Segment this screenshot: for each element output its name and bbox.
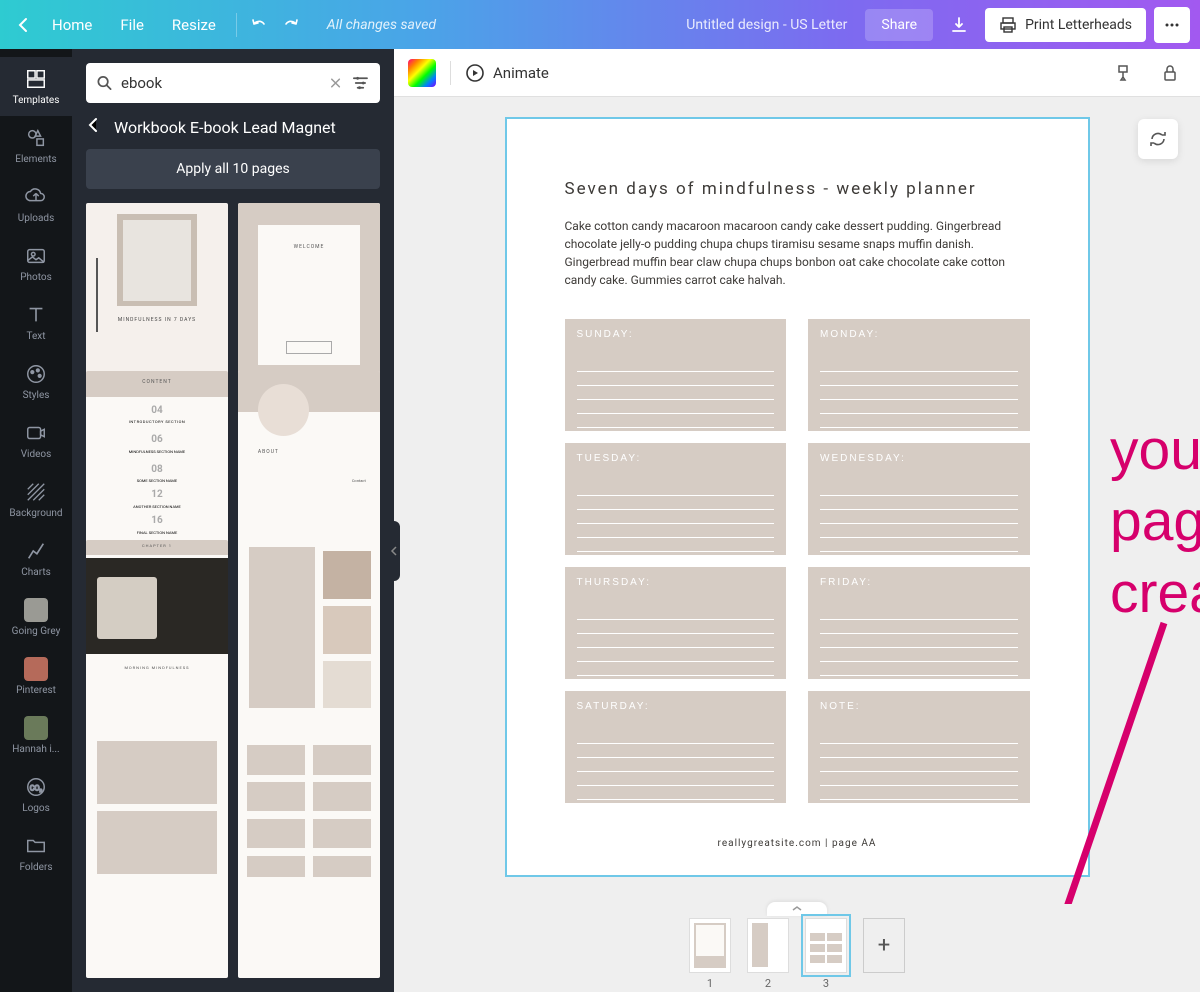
rail-hannah[interactable]: Hannah i...	[0, 706, 72, 765]
canvas-page[interactable]: Seven days of mindfulness - weekly plann…	[505, 117, 1090, 877]
expand-tab-icon[interactable]	[767, 902, 827, 916]
template-grid: MINDFULNESS IN 7 DAYS WELCOME CONTENT 04…	[72, 203, 394, 992]
template-thumb[interactable]	[86, 708, 228, 892]
template-thumb[interactable]	[238, 708, 380, 892]
redo-icon[interactable]	[275, 16, 307, 34]
rail-text[interactable]: Text	[0, 293, 72, 352]
rail-charts[interactable]: Charts	[0, 529, 72, 588]
template-thumb[interactable]: CHAPTER 1 MORNING MINDFULNESS	[86, 540, 228, 724]
rail-pinterest[interactable]: Pinterest	[0, 647, 72, 706]
day-box[interactable]: MONDAY:	[808, 319, 1030, 431]
templates-panel: Workbook E-book Lead Magnet Apply all 10…	[72, 49, 394, 992]
home-menu[interactable]: Home	[38, 16, 106, 34]
rail-going-grey[interactable]: Going Grey	[0, 588, 72, 647]
search-input[interactable]	[121, 74, 320, 92]
template-thumb[interactable]: MINDFULNESS IN 7 DAYS	[86, 203, 228, 387]
resize-menu[interactable]: Resize	[158, 16, 230, 34]
share-button[interactable]: Share	[865, 9, 933, 41]
refresh-icon[interactable]	[1138, 119, 1178, 159]
strip-page-1[interactable]: 1	[689, 918, 731, 973]
canvas-viewport[interactable]: Seven days of mindfulness - weekly plann…	[394, 97, 1200, 904]
rail-videos[interactable]: Videos	[0, 411, 72, 470]
page-body[interactable]: Cake cotton candy macaroon macaroon cand…	[565, 217, 1030, 289]
divider	[236, 13, 237, 37]
rail-logos[interactable]: CO₂Logos	[0, 765, 72, 824]
rail-background[interactable]: Background	[0, 470, 72, 529]
template-thumb[interactable]: WELCOME	[238, 203, 380, 387]
day-box[interactable]: TUESDAY:	[565, 443, 787, 555]
canvas-toolbar: Animate	[394, 49, 1200, 97]
day-box[interactable]: SATURDAY:	[565, 691, 787, 803]
strip-page-3[interactable]: 3	[805, 918, 847, 973]
template-thumb[interactable]: CONTENT 04 INTRODUCTORY SECTION 06 MINDF…	[86, 371, 228, 555]
rail-uploads[interactable]: Uploads	[0, 175, 72, 234]
clear-icon[interactable]	[328, 75, 343, 91]
color-picker[interactable]	[408, 59, 436, 87]
tool-rail: Templates Elements Uploads Photos Text S…	[0, 49, 72, 992]
rail-folders[interactable]: Folders	[0, 824, 72, 883]
rail-elements[interactable]: Elements	[0, 116, 72, 175]
lock-icon[interactable]	[1154, 57, 1186, 89]
breadcrumb: Workbook E-book Lead Magnet	[114, 118, 336, 137]
day-box[interactable]: SUNDAY:	[565, 319, 787, 431]
breadcrumb-back-icon[interactable]	[86, 117, 102, 137]
back-icon[interactable]	[10, 17, 38, 33]
annotation-text: you can add pages as you create ebook	[1110, 415, 1200, 629]
page-strip: 1 2 3 +	[394, 904, 1200, 992]
page-title[interactable]: Seven days of mindfulness - weekly plann…	[565, 179, 1030, 199]
filter-icon[interactable]	[351, 73, 370, 93]
print-button[interactable]: Print Letterheads	[985, 8, 1146, 42]
save-status: All changes saved	[327, 17, 436, 33]
paint-icon[interactable]	[1108, 57, 1140, 89]
undo-icon[interactable]	[243, 16, 275, 34]
template-thumb[interactable]	[238, 877, 380, 978]
template-thumb[interactable]	[86, 877, 228, 978]
apply-all-button[interactable]: Apply all 10 pages	[86, 149, 380, 189]
template-thumb[interactable]: ABOUT Contact	[238, 371, 380, 555]
search-box	[86, 63, 380, 103]
day-box[interactable]: NOTE:	[808, 691, 1030, 803]
page-footer[interactable]: reallygreatsite.com | page AA	[507, 838, 1088, 849]
search-icon	[96, 74, 113, 92]
strip-page-2[interactable]: 2	[747, 918, 789, 973]
more-icon[interactable]	[1154, 7, 1190, 43]
document-title[interactable]: Untitled design - US Letter	[686, 17, 847, 33]
add-page-button[interactable]: +	[863, 918, 905, 973]
svg-text:CO₂: CO₂	[30, 784, 43, 793]
rail-photos[interactable]: Photos	[0, 234, 72, 293]
rail-templates[interactable]: Templates	[0, 57, 72, 116]
rail-styles[interactable]: Styles	[0, 352, 72, 411]
template-thumb[interactable]	[238, 540, 380, 724]
print-label: Print Letterheads	[1025, 17, 1132, 33]
download-icon[interactable]	[941, 7, 977, 43]
day-box[interactable]: WEDNESDAY:	[808, 443, 1030, 555]
file-menu[interactable]: File	[106, 16, 158, 34]
topbar: Home File Resize All changes saved Untit…	[0, 0, 1200, 49]
day-box[interactable]: THURSDAY:	[565, 567, 787, 679]
day-box[interactable]: FRIDAY:	[808, 567, 1030, 679]
animate-button[interactable]: Animate	[465, 63, 549, 83]
